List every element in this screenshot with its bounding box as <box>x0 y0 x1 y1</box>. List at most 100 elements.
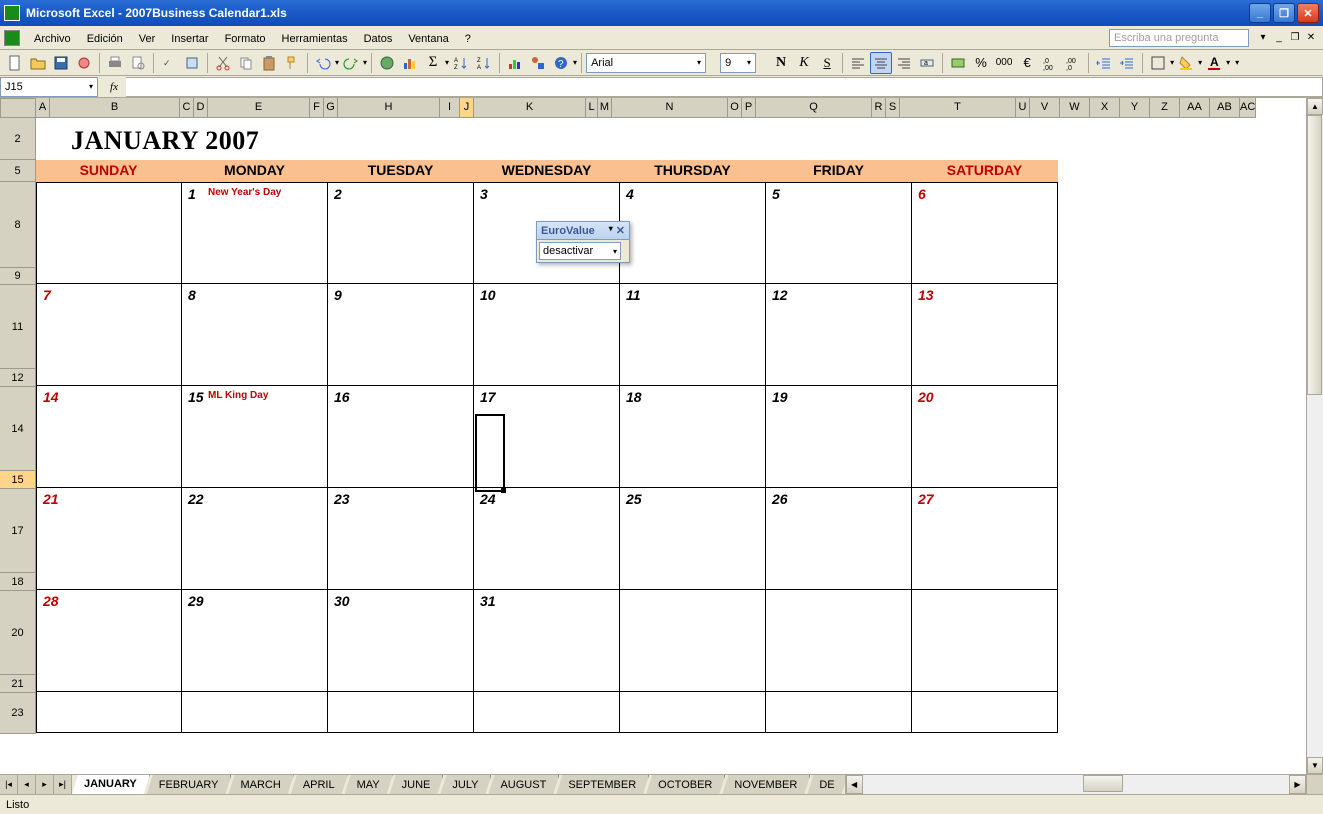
calendar-cell[interactable]: 18 <box>620 386 766 488</box>
row-header-11[interactable]: 11 <box>0 285 36 369</box>
new-icon[interactable] <box>4 52 26 74</box>
chart-wizard-icon[interactable] <box>504 52 526 74</box>
tab-prev-button[interactable]: ◂ <box>18 775 36 794</box>
calendar-cell[interactable] <box>912 692 1058 733</box>
euro-icon[interactable]: € <box>1016 52 1038 74</box>
col-header-O[interactable]: O <box>728 98 742 118</box>
calendar-cell[interactable]: 17 <box>474 386 620 488</box>
calendar-cell[interactable]: 31 <box>474 590 620 692</box>
vertical-scrollbar[interactable]: ▲ ▼ <box>1306 98 1323 774</box>
row-header-20[interactable]: 20 <box>0 591 36 675</box>
col-header-AB[interactable]: AB <box>1210 98 1240 118</box>
sheet-tab-september[interactable]: SEPTEMBER <box>556 775 649 794</box>
col-header-P[interactable]: P <box>742 98 756 118</box>
align-right-icon[interactable] <box>893 52 915 74</box>
name-box[interactable]: J15▾ <box>0 77 98 97</box>
hyperlink-icon[interactable] <box>376 52 398 74</box>
calendar-cell[interactable]: 22 <box>182 488 328 590</box>
zoom-help-icon[interactable]: ? <box>550 52 572 74</box>
vertical-scroll-thumb[interactable] <box>1307 115 1322 395</box>
col-header-Z[interactable]: Z <box>1150 98 1180 118</box>
menu-ventana[interactable]: Ventana <box>400 28 456 48</box>
fill-color-icon[interactable] <box>1175 52 1197 74</box>
col-header-L[interactable]: L <box>586 98 598 118</box>
print-preview-icon[interactable] <box>127 52 149 74</box>
formula-input[interactable] <box>126 77 1323 97</box>
doc-minimize-button[interactable]: _ <box>1272 31 1286 45</box>
calendar-cell[interactable]: 29 <box>182 590 328 692</box>
col-header-F[interactable]: F <box>310 98 324 118</box>
col-header-I[interactable]: I <box>440 98 460 118</box>
row-header-9[interactable]: 9 <box>0 268 36 285</box>
menu-insertar[interactable]: Insertar <box>163 28 216 48</box>
calendar-cell[interactable] <box>912 590 1058 692</box>
sheet-tab-february[interactable]: FEBRUARY <box>147 775 232 794</box>
col-header-Y[interactable]: Y <box>1120 98 1150 118</box>
row-header-18[interactable]: 18 <box>0 573 36 591</box>
tab-first-button[interactable]: |◂ <box>0 775 18 794</box>
scroll-up-button[interactable]: ▲ <box>1307 98 1323 115</box>
sheet-tab-april[interactable]: APRIL <box>291 775 348 794</box>
fill-color-dropdown-icon[interactable]: ▾ <box>1198 58 1202 67</box>
calendar-cell[interactable] <box>620 692 766 733</box>
scroll-right-button[interactable]: ▶ <box>1289 775 1306 794</box>
col-header-X[interactable]: X <box>1090 98 1120 118</box>
font-color-icon[interactable]: A <box>1203 52 1225 74</box>
menu-archivo[interactable]: Archivo <box>26 28 79 48</box>
eurovalue-close-icon[interactable]: ✕ <box>616 224 625 237</box>
calendar-cell[interactable]: 6 <box>912 182 1058 284</box>
col-header-Q[interactable]: Q <box>756 98 872 118</box>
col-header-W[interactable]: W <box>1060 98 1090 118</box>
calendar-cell[interactable]: 8 <box>182 284 328 386</box>
maximize-window-button[interactable]: ❐ <box>1273 3 1295 23</box>
calendar-cell[interactable] <box>620 590 766 692</box>
row-header-5[interactable]: 5 <box>0 160 36 182</box>
insert-chart-icon[interactable] <box>399 52 421 74</box>
sheet-tab-may[interactable]: MAY <box>345 775 393 794</box>
font-color-dropdown-icon[interactable]: ▾ <box>1226 58 1230 67</box>
grid-body[interactable]: JANUARY 2007 SUNDAYMONDAYTUESDAYWEDNESDA… <box>36 118 1306 774</box>
calendar-cell[interactable]: 15ML King Day <box>182 386 328 488</box>
calendar-cell[interactable]: 14 <box>36 386 182 488</box>
sheet-tab-july[interactable]: JULY <box>440 775 491 794</box>
italic-button[interactable]: K <box>793 52 815 74</box>
calendar-cell[interactable] <box>36 182 182 284</box>
research-icon[interactable] <box>181 52 203 74</box>
spelling-icon[interactable]: ✓ <box>158 52 180 74</box>
select-all-corner[interactable] <box>0 98 36 118</box>
sheet-tab-august[interactable]: AUGUST <box>488 775 559 794</box>
col-header-M[interactable]: M <box>598 98 612 118</box>
calendar-cell[interactable]: 9 <box>328 284 474 386</box>
minimize-window-button[interactable]: _ <box>1249 3 1271 23</box>
copy-icon[interactable] <box>235 52 257 74</box>
calendar-cell[interactable] <box>328 692 474 733</box>
col-header-B[interactable]: B <box>50 98 180 118</box>
col-header-V[interactable]: V <box>1030 98 1060 118</box>
calendar-cell[interactable]: 2 <box>328 182 474 284</box>
calendar-cell[interactable]: 25 <box>620 488 766 590</box>
col-header-K[interactable]: K <box>474 98 586 118</box>
menu-formato[interactable]: Formato <box>217 28 274 48</box>
calendar-cell[interactable] <box>182 692 328 733</box>
calendar-cell[interactable]: 12 <box>766 284 912 386</box>
calendar-cell[interactable]: 21 <box>36 488 182 590</box>
doc-close-button[interactable]: ✕ <box>1304 31 1318 45</box>
ask-question-box[interactable]: Escriba una pregunta <box>1109 29 1249 47</box>
calendar-cell[interactable]: 30 <box>328 590 474 692</box>
row-header-8[interactable]: 8 <box>0 182 36 268</box>
doc-restore-button[interactable]: ❐ <box>1288 31 1302 45</box>
sort-asc-icon[interactable]: AZ <box>450 52 472 74</box>
paste-icon[interactable] <box>258 52 280 74</box>
underline-button[interactable]: S <box>816 52 838 74</box>
cut-icon[interactable] <box>212 52 234 74</box>
sheet-tab-october[interactable]: OCTOBER <box>646 775 725 794</box>
row-header-2[interactable]: 2 <box>0 118 36 160</box>
calendar-cell[interactable] <box>766 590 912 692</box>
drawing-icon[interactable] <box>527 52 549 74</box>
fx-icon[interactable]: fx <box>102 81 126 93</box>
col-header-U[interactable]: U <box>1016 98 1030 118</box>
scroll-down-button[interactable]: ▼ <box>1307 757 1323 774</box>
horizontal-scroll-thumb[interactable] <box>1083 775 1123 792</box>
sheet-tab-november[interactable]: NOVEMBER <box>722 775 810 794</box>
increase-indent-icon[interactable] <box>1116 52 1138 74</box>
